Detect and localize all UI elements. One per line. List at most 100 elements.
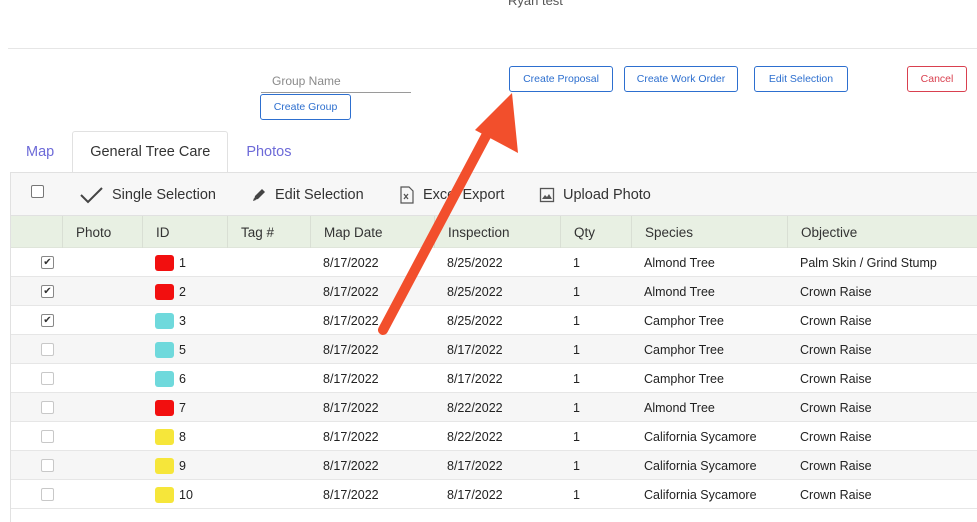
cell-tag [227,248,310,277]
cell-inspection: 8/17/2022 [447,458,503,473]
cell-objective: Crown Raise [800,371,872,386]
cell-objective: Crown Raise [800,342,872,357]
cell-id-text: 10 [179,487,193,502]
cell-id: 3 [142,306,227,335]
cell-tag [227,393,310,422]
row-checkbox[interactable] [41,401,54,414]
status-color-swatch [155,457,174,474]
cell-photo [62,364,142,393]
edit-selection-toolbar-button[interactable]: Edit Selection [251,173,364,216]
table-row[interactable]: 5 8/17/2022 8/17/2022 1 Camphor Tree Crown Ra… [11,335,977,364]
cell-qty: 1 [573,458,580,473]
column-header-qty[interactable]: Qty [560,216,632,248]
grid-toolbar: Single Selection Edit Selection Excel Ex… [11,173,977,216]
cell-species: Almond Tree [644,284,715,299]
cell-photo [62,277,142,306]
table-row[interactable]: ✔ 1 8/17/2022 8/25/2022 1 Almond Tree Palm Ski… [11,248,977,277]
image-icon [539,187,555,202]
cell-inspection: 8/25/2022 [447,284,503,299]
cell-id: 10 [142,480,227,509]
checkmark-icon [80,186,103,203]
table-row[interactable]: 10 8/17/2022 8/17/2022 1 California Sycamore… [11,480,977,509]
status-color-swatch [155,312,174,329]
cell-map-date: 8/17/2022 [323,284,379,299]
cell-qty: 1 [573,342,580,357]
table-row[interactable]: 6 8/17/2022 8/17/2022 1 Camphor Tree Crown Ra… [11,364,977,393]
row-checkbox[interactable]: ✔ [41,285,54,298]
tab-photos[interactable]: Photos [230,131,307,172]
table-row[interactable]: 9 8/17/2022 8/17/2022 1 California Sycamore C… [11,451,977,480]
cell-tag [227,364,310,393]
cell-qty: 1 [573,284,580,299]
tab-general-tree-care[interactable]: General Tree Care [72,131,229,172]
table-row[interactable]: 8 8/17/2022 8/22/2022 1 California Sycamore C… [11,422,977,451]
table-row[interactable]: ✔ 2 8/17/2022 8/25/2022 1 Almond Tree Crown Ra… [11,277,977,306]
create-group-button[interactable]: Create Group [260,94,351,120]
select-all-checkbox[interactable] [31,185,44,198]
table-row[interactable]: 7 8/17/2022 8/22/2022 1 Almond Tree Crown Rai… [11,393,977,422]
cell-tag [227,277,310,306]
cell-id: 7 [142,393,227,422]
cell-map-date: 8/17/2022 [323,487,379,502]
cell-id: 8 [142,422,227,451]
cell-inspection: 8/25/2022 [447,313,503,328]
row-checkbox[interactable] [41,372,54,385]
cell-id-text: 2 [179,284,186,299]
create-proposal-button[interactable]: Create Proposal [509,66,613,92]
cell-qty: 1 [573,429,580,444]
status-color-swatch [155,341,174,358]
row-checkbox[interactable] [41,488,54,501]
excel-export-label: Excel Export [423,186,505,203]
row-checkbox[interactable]: ✔ [41,314,54,327]
cell-map-date: 8/17/2022 [323,458,379,473]
column-header-map-date[interactable]: Map Date [310,216,435,248]
grid-header: Photo ID Tag # Map Date Inspection Qty S… [11,216,977,248]
cell-map-date: 8/17/2022 [323,400,379,415]
cell-species: Almond Tree [644,400,715,415]
cell-photo [62,480,142,509]
cell-id: 9 [142,451,227,480]
column-header-tag[interactable]: Tag # [227,216,311,248]
excel-export-button[interactable]: Excel Export [399,173,504,216]
table-row[interactable]: ✔ 3 8/17/2022 8/25/2022 1 Camphor Tree Crown R… [11,306,977,335]
cancel-button[interactable]: Cancel [907,66,967,92]
cell-photo [62,306,142,335]
upload-photo-button[interactable]: Upload Photo [539,173,651,216]
cell-species: Camphor Tree [644,313,724,328]
group-name-input[interactable] [261,70,411,93]
upload-photo-label: Upload Photo [563,186,651,203]
edit-selection-button[interactable]: Edit Selection [754,66,848,92]
cell-species: California Sycamore [644,487,757,502]
cell-inspection: 8/22/2022 [447,429,503,444]
cell-objective: Crown Raise [800,313,872,328]
cell-inspection: 8/22/2022 [447,400,503,415]
cell-map-date: 8/17/2022 [323,255,379,270]
status-color-swatch [155,283,174,300]
row-checkbox[interactable] [41,459,54,472]
tab-map[interactable]: Map [10,131,70,172]
column-header-objective[interactable]: Objective [787,216,977,248]
tree-grid: Single Selection Edit Selection Excel Ex… [10,172,977,522]
single-selection-label: Single Selection [112,186,216,203]
cell-objective: Crown Raise [800,487,872,502]
cell-id: 2 [142,277,227,306]
single-selection-button[interactable]: Single Selection [79,173,216,216]
cell-inspection: 8/17/2022 [447,342,503,357]
cell-id: 5 [142,335,227,364]
row-checkbox[interactable] [41,430,54,443]
status-color-swatch [155,428,174,445]
cell-inspection: 8/25/2022 [447,255,503,270]
cell-id-text: 8 [179,429,186,444]
column-header-id[interactable]: ID [142,216,228,248]
create-work-order-button[interactable]: Create Work Order [624,66,738,92]
row-checkbox[interactable] [41,343,54,356]
cell-id: 1 [142,248,227,277]
row-checkbox[interactable]: ✔ [41,256,54,269]
cell-photo [62,422,142,451]
column-header-species[interactable]: Species [631,216,788,248]
column-header-inspection[interactable]: Inspection [434,216,561,248]
cell-map-date: 8/17/2022 [323,342,379,357]
cell-id-text: 5 [179,342,186,357]
edit-selection-label: Edit Selection [275,186,364,203]
cell-qty: 1 [573,487,580,502]
